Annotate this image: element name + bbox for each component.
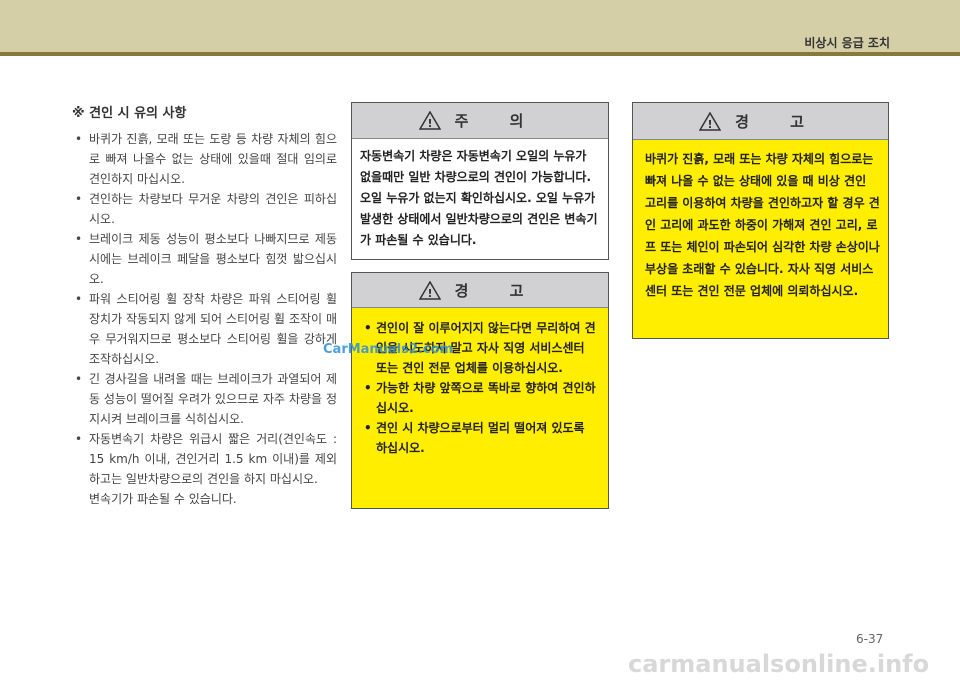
warning-header-left: ! 경 고 xyxy=(352,273,608,308)
warning-box-left: ! 경 고 견인이 잘 이루어지지 않는다면 무리하여 견인을 시도하지 말고 … xyxy=(351,272,609,509)
warning-triangle-icon: ! xyxy=(418,111,441,130)
warning-title-right: 경 고 xyxy=(735,112,822,131)
warning-list-left: 견인이 잘 이루어지지 않는다면 무리하여 견인을 시도하지 말고 자사 직영 … xyxy=(352,308,608,458)
section-title: 비상시 응급 조치 xyxy=(804,36,890,50)
warning-triangle-icon: ! xyxy=(699,111,722,131)
towing-notes: ※ 견인 시 유의 사항 바퀴가 진흙, 모래 또는 도랑 등 차량 자체의 힘… xyxy=(72,102,337,509)
note-item: 파워 스티어링 휠 장착 차량은 파워 스티어링 휠 장치가 작동되지 않게 되… xyxy=(72,289,337,369)
note-item: 브레이크 제동 성능이 평소보다 나빠지므로 제동시에는 브레이크 페달을 평소… xyxy=(72,229,337,289)
note-trailing: 변속기가 파손될 수 있습니다. xyxy=(89,492,237,506)
warning-header-right: ! 경 고 xyxy=(633,103,888,140)
warning-text-right: 바퀴가 진흙, 모래 또는 차량 자체의 힘으로는 빠져 나올 수 없는 상태에… xyxy=(645,152,880,298)
svg-text:!: ! xyxy=(427,287,432,300)
caution-box: ! 주 의 자동변속기 차량은 자동변속기 오일의 누유가 없을때만 일반 차량… xyxy=(351,102,609,260)
page-number: 6-37 xyxy=(856,632,884,646)
header-rule xyxy=(0,52,960,56)
caution-text: 자동변속기 차량은 자동변속기 오일의 누유가 없을때만 일반 차량으로의 견인… xyxy=(360,149,598,247)
notes-heading: ※ 견인 시 유의 사항 xyxy=(72,106,187,121)
svg-text:!: ! xyxy=(427,117,432,130)
footer-watermark: carmanualsonline.info xyxy=(628,650,930,678)
site-watermark: CarManuals2.com xyxy=(323,342,454,357)
svg-text:!: ! xyxy=(708,118,713,131)
note-item: 견인하는 차량보다 무거운 차량의 견인은 피하십시오. xyxy=(72,189,337,229)
note-item: 자동변속기 차량은 위급시 짧은 거리(견인속도 : 15 km/h 이내, 견… xyxy=(72,429,337,489)
warning-title-left: 경 고 xyxy=(454,281,542,300)
note-item: 바퀴가 진흙, 모래 또는 도랑 등 차량 자체의 힘으로 빠져 나올수 없는 … xyxy=(72,129,337,189)
warning-triangle-icon: ! xyxy=(418,280,441,300)
note-item: 긴 경사길을 내려올 때는 브레이크가 과열되어 제동 성능이 떨어질 우려가 … xyxy=(72,369,337,429)
warning-item: 가능한 차량 앞쪽으로 똑바로 향하여 견인하십시오. xyxy=(360,378,598,418)
warning-box-right: ! 경 고 바퀴가 진흙, 모래 또는 차량 자체의 힘으로는 빠져 나올 수 … xyxy=(632,102,889,339)
warning-item: 견인 시 차량으로부터 멀리 떨어져 있도록 하십시오. xyxy=(360,418,598,458)
caution-title: 주 의 xyxy=(454,112,542,130)
notes-list: 바퀴가 진흙, 모래 또는 도랑 등 차량 자체의 힘으로 빠져 나올수 없는 … xyxy=(72,129,337,489)
caution-header: ! 주 의 xyxy=(352,103,608,139)
